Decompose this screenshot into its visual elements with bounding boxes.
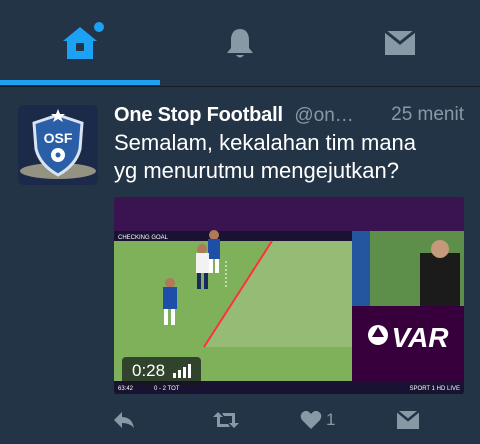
user-handle[interactable]: @on… xyxy=(294,105,353,126)
tab-home[interactable] xyxy=(0,0,160,86)
heart-icon xyxy=(300,410,322,429)
reply-icon xyxy=(114,412,134,428)
video-media[interactable]: CHECKING GOAL VAR 63:42 0 - 2 TOT SPORT … xyxy=(114,197,464,394)
match-clock: 63:42 xyxy=(118,386,134,392)
active-tab-indicator xyxy=(0,80,160,85)
like-button[interactable]: 1 xyxy=(300,405,335,435)
broadcaster-text: SPORT 1 HD LIVE xyxy=(410,386,460,392)
var-text: VAR xyxy=(391,322,449,353)
score-text: 0 - 2 TOT xyxy=(154,386,180,392)
tab-messages[interactable] xyxy=(320,0,480,86)
tab-notifications[interactable] xyxy=(160,0,320,86)
top-tab-bar xyxy=(0,0,480,86)
new-content-badge xyxy=(94,22,104,32)
retweet-icon xyxy=(213,412,239,428)
tweet-text-line-2: yg menurutmu mengejutkan? xyxy=(114,158,399,183)
bell-icon xyxy=(227,29,253,58)
retweet-button[interactable] xyxy=(212,405,240,435)
reply-button[interactable] xyxy=(112,405,136,435)
checking-goal-label: CHECKING GOAL xyxy=(118,235,169,241)
tweet-text: Semalam, kekalahan tim mana yg menurutmu… xyxy=(114,129,464,185)
envelope-icon xyxy=(396,410,420,429)
timestamp[interactable]: 25 menit xyxy=(391,101,464,129)
tweet-actions: 1 xyxy=(100,405,470,435)
avatar[interactable]: OSF xyxy=(18,105,98,185)
video-duration-pill: 0:28 xyxy=(122,357,202,385)
tweet[interactable]: OSF One Stop Football @on… 25 menit Sema… xyxy=(0,87,480,444)
display-name[interactable]: One Stop Football xyxy=(114,104,283,126)
video-quality-bars-icon xyxy=(173,364,192,378)
direct-message-button[interactable] xyxy=(396,405,420,435)
like-count: 1 xyxy=(326,410,336,429)
video-duration: 0:28 xyxy=(132,361,166,380)
avatar-logo-text: OSF xyxy=(44,130,73,146)
tweet-text-line-1: Semalam, kekalahan tim mana xyxy=(114,130,417,155)
tweet-header: One Stop Football @on… 25 menit xyxy=(114,101,464,129)
envelope-icon xyxy=(384,29,416,55)
premier-league-lion-icon xyxy=(368,325,388,345)
